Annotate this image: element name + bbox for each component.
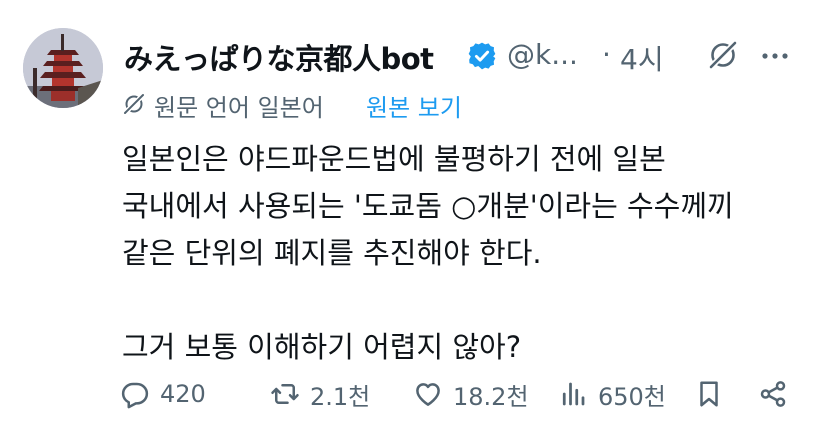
avatar[interactable] bbox=[23, 28, 103, 108]
repost-button[interactable]: 2.1천 bbox=[270, 372, 370, 416]
action-bar: 420 2.1천 18.2천 650천 bbox=[120, 372, 800, 416]
handle[interactable]: @k... bbox=[507, 38, 578, 71]
reply-icon bbox=[121, 382, 149, 409]
more-icon[interactable] bbox=[760, 44, 790, 68]
tweet-header: みえっぱりな京都人bot @k... · 4시 bbox=[124, 34, 804, 78]
like-icon bbox=[416, 383, 440, 406]
tweet-text: 일본인은 야드파운드법에 불평하기 전에 일본 국내에서 사용되는 '도쿄돔 ○… bbox=[122, 142, 734, 364]
verified-badge-icon bbox=[466, 40, 498, 72]
separator-dot: · bbox=[602, 38, 611, 71]
translate-icon bbox=[122, 92, 146, 116]
bookmark-icon bbox=[700, 381, 718, 407]
share-icon bbox=[760, 381, 786, 407]
views-icon bbox=[562, 382, 585, 406]
share-button[interactable] bbox=[758, 372, 788, 416]
repost-icon bbox=[271, 384, 299, 404]
timestamp[interactable]: 4시 bbox=[620, 38, 664, 78]
display-name[interactable]: みえっぱりな京都人bot bbox=[124, 36, 434, 78]
translation-note: 원문 언어 일본어 bbox=[154, 94, 324, 122]
like-button[interactable]: 18.2천 bbox=[413, 372, 529, 416]
pagoda-image bbox=[23, 28, 103, 108]
views-count: 650천 bbox=[598, 382, 666, 411]
translation-bar: 원문 언어 일본어 원본 보기 bbox=[122, 88, 682, 122]
reply-button[interactable]: 420 bbox=[120, 372, 206, 416]
show-original-link[interactable]: 원본 보기 bbox=[366, 88, 462, 123]
reply-count: 420 bbox=[160, 380, 206, 408]
views-button[interactable]: 650천 bbox=[558, 372, 666, 416]
like-count: 18.2천 bbox=[453, 382, 529, 411]
repost-count: 2.1천 bbox=[310, 382, 371, 411]
bookmark-button[interactable] bbox=[694, 372, 724, 416]
grok-icon[interactable] bbox=[706, 38, 740, 72]
